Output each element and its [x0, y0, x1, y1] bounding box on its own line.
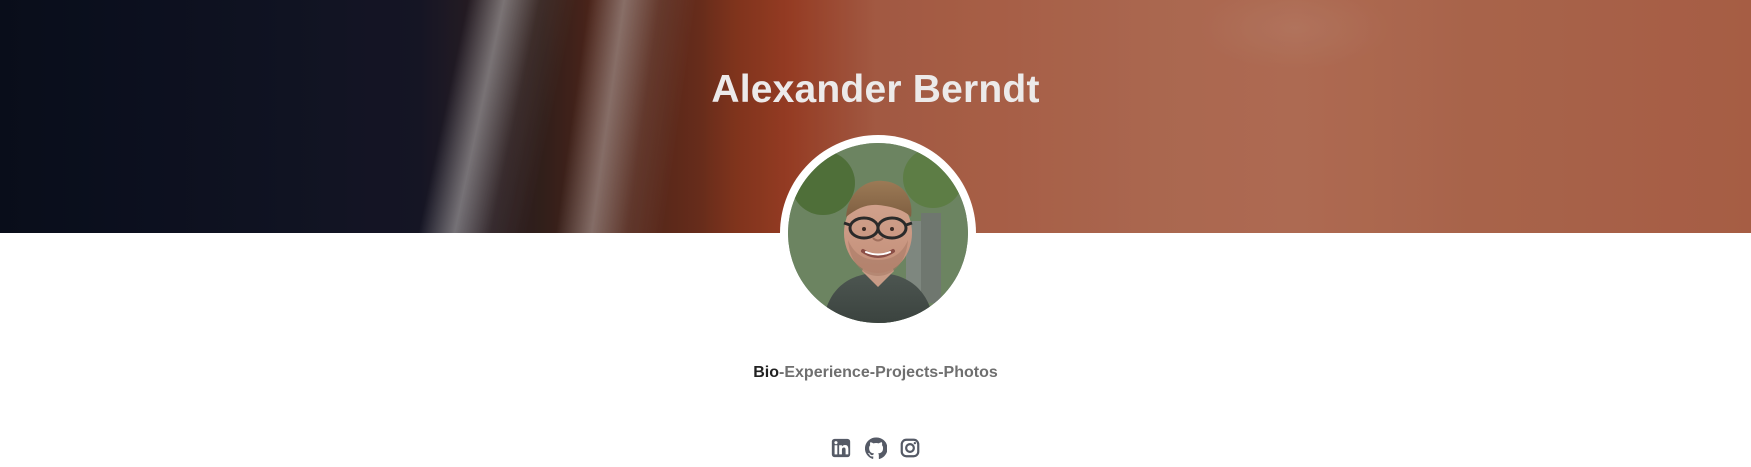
nav-projects[interactable]: Projects [875, 364, 938, 382]
nav-bio[interactable]: Bio [753, 364, 779, 382]
linkedin-icon [830, 437, 852, 459]
linkedin-link[interactable] [830, 437, 852, 459]
nav-photos[interactable]: Photos [944, 364, 998, 382]
avatar [780, 135, 976, 331]
nav-experience[interactable]: Experience [784, 364, 869, 382]
social-links [0, 437, 1751, 459]
profile-page: Alexander Berndt Bio-Experience-Projects… [0, 0, 1751, 467]
github-link[interactable] [864, 437, 887, 459]
page-title: Alexander Berndt [711, 68, 1040, 112]
github-icon [864, 437, 887, 459]
section-nav: Bio - Experience - Projects - Photos [0, 364, 1751, 382]
instagram-icon [899, 437, 921, 459]
instagram-link[interactable] [899, 437, 921, 459]
profile-photo [788, 143, 968, 323]
